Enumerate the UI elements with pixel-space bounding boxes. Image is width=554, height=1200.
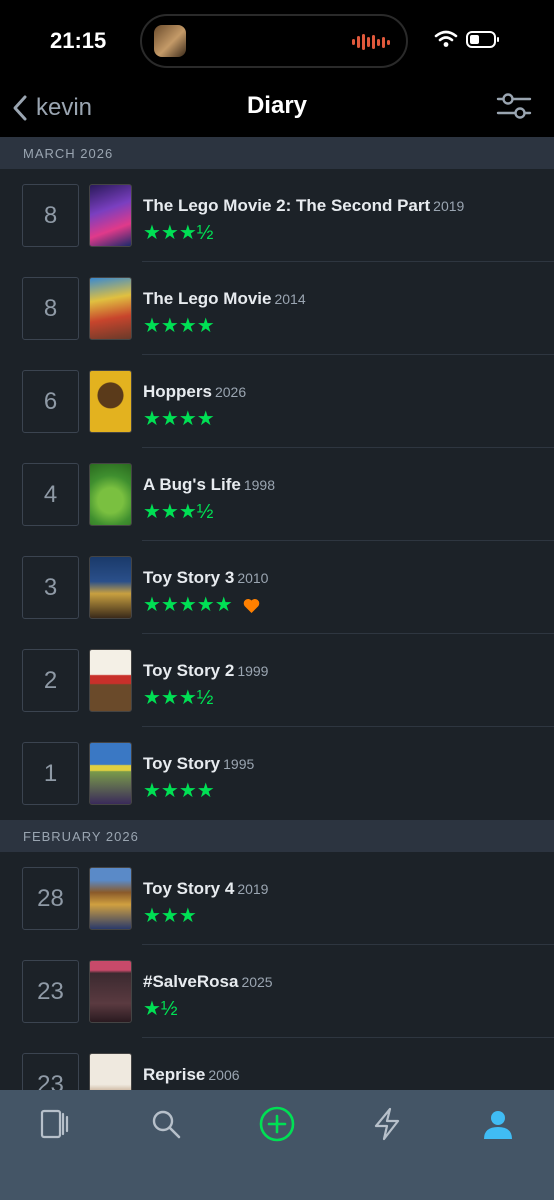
- entry-day: 8: [22, 277, 79, 340]
- star-rating: ★★★★: [143, 780, 215, 802]
- entry-day: 3: [22, 556, 79, 619]
- film-title: #SalveRosa: [143, 972, 239, 991]
- diary-entry[interactable]: 1 Toy Story 1995 ★★★★: [0, 727, 554, 820]
- film-year: 2019: [237, 881, 269, 897]
- month-header-february: FEBRUARY 2026: [0, 820, 554, 852]
- entry-day: 4: [22, 463, 79, 526]
- diary-entry[interactable]: 6 Hoppers 2026 ★★★★: [0, 355, 554, 448]
- entry-day: 23: [22, 960, 79, 1023]
- entry-day: 28: [22, 867, 79, 930]
- film-title: Toy Story 3: [143, 568, 235, 587]
- film-poster[interactable]: [89, 960, 132, 1023]
- back-button[interactable]: kevin: [12, 90, 92, 126]
- diary-entry[interactable]: 28 Toy Story 4 2019 ★★★: [0, 852, 554, 945]
- film-title: Toy Story 4: [143, 879, 235, 898]
- dynamic-island[interactable]: [140, 14, 408, 68]
- chevron-left-icon: [13, 95, 27, 121]
- star-rating: ★★★: [143, 905, 197, 927]
- status-bar: 21:15: [0, 0, 554, 82]
- entry-day: 1: [22, 742, 79, 805]
- film-poster[interactable]: [89, 649, 132, 712]
- add-icon: [259, 1106, 295, 1142]
- entry-day: 6: [22, 370, 79, 433]
- film-poster[interactable]: [89, 867, 132, 930]
- profile-tab[interactable]: [478, 1104, 518, 1144]
- add-tab[interactable]: [257, 1104, 297, 1144]
- film-year: 1999: [237, 663, 269, 679]
- diary-list: MARCH 2026 8 The Lego Movie 2: The Secon…: [0, 137, 554, 1131]
- search-icon: [152, 1110, 181, 1139]
- star-rating: ★★★★: [143, 408, 215, 430]
- film-poster[interactable]: [89, 184, 132, 247]
- nav-bar: kevin Diary: [0, 82, 554, 137]
- film-poster[interactable]: [89, 370, 132, 433]
- film-year: 2010: [237, 570, 269, 586]
- star-rating: ★★★½: [143, 687, 214, 709]
- film-title: Hoppers: [143, 382, 212, 401]
- entry-day: 8: [22, 184, 79, 247]
- film-year: 2025: [241, 974, 273, 990]
- star-rating: ★★★★: [143, 315, 215, 337]
- diary-entry[interactable]: 23 #SalveRosa 2025 ★½: [0, 945, 554, 1038]
- diary-entry[interactable]: 4 A Bug's Life 1998 ★★★½: [0, 448, 554, 541]
- diary-entry[interactable]: 3 Toy Story 3 2010 ★★★★★: [0, 541, 554, 634]
- star-rating: ★★★★★: [143, 594, 233, 616]
- film-poster[interactable]: [89, 556, 132, 619]
- film-poster[interactable]: [89, 277, 132, 340]
- entry-day: 2: [22, 649, 79, 712]
- tab-bar: [0, 1090, 554, 1200]
- filter-icon[interactable]: [496, 92, 532, 120]
- back-label: kevin: [36, 94, 93, 121]
- film-year: 2006: [208, 1067, 240, 1083]
- film-year: 1995: [223, 756, 255, 772]
- profile-icon: [484, 1111, 512, 1139]
- star-rating: ★★★½: [143, 222, 214, 244]
- film-year: 2026: [214, 384, 247, 400]
- activity-tab[interactable]: [367, 1104, 407, 1144]
- film-title: The Lego Movie 2: The Second Part: [143, 196, 431, 215]
- star-rating: ★½: [143, 998, 178, 1020]
- now-playing-artwork: [154, 25, 186, 57]
- heart-icon: [243, 598, 259, 613]
- film-title: Reprise: [143, 1065, 206, 1084]
- battery-icon: [466, 31, 499, 48]
- status-time: 21:15: [50, 28, 107, 53]
- month-header-march: MARCH 2026: [0, 137, 554, 169]
- diary-entry[interactable]: 2 Toy Story 2 1999 ★★★½: [0, 634, 554, 727]
- search-tab[interactable]: [146, 1104, 186, 1144]
- films-icon: [40, 1109, 69, 1139]
- film-title: A Bug's Life: [143, 475, 241, 494]
- activity-icon: [374, 1107, 400, 1141]
- film-year: 1998: [243, 477, 276, 493]
- diary-entry[interactable]: 8 The Lego Movie 2: The Second Part 2019 …: [0, 169, 554, 262]
- audio-waveform-icon: [352, 33, 390, 51]
- film-year: 2014: [274, 291, 306, 307]
- star-rating: ★★★½: [143, 501, 214, 523]
- film-title: Toy Story 2: [143, 661, 235, 680]
- films-tab[interactable]: [34, 1104, 74, 1144]
- film-title: Toy Story: [143, 754, 221, 773]
- film-poster[interactable]: [89, 742, 132, 805]
- film-year: 2019: [433, 198, 465, 214]
- film-poster[interactable]: [89, 463, 132, 526]
- wifi-icon: [434, 30, 458, 47]
- film-title: The Lego Movie: [143, 289, 272, 308]
- diary-entry[interactable]: 8 The Lego Movie 2014 ★★★★: [0, 262, 554, 355]
